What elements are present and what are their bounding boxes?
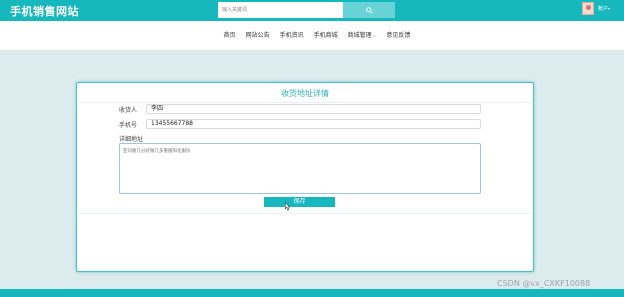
save-button[interactable]: 保存 [264,197,335,207]
chevron-down-icon: ⌵ [372,33,377,39]
nav-item-mall-management-label: 商城管理 [347,32,372,39]
nav-item-phone-news[interactable]: 手机资讯 [280,21,304,51]
user-menu[interactable]: 账户▾ [598,5,610,12]
chevron-down-icon: ▾ [608,6,611,11]
phone-field[interactable]: 13455667788 [146,119,481,129]
watermark-text: CSDN @vx_CXKF10088 [497,279,591,288]
page-title: 收货地址详情 [281,89,329,98]
top-header-bar: 手机销售网站 账户▾ [0,0,624,21]
address-textarea[interactable]: 亚同路几分好做几多重搬阳化服份 [119,143,481,194]
search-button[interactable] [343,2,395,18]
user-avatar[interactable] [582,2,594,15]
footer-bar [0,289,624,297]
nav-item-mall-management[interactable]: 商城管理⌵ [348,21,377,51]
title-divider [77,102,533,103]
address-label: 详细地址 [119,136,144,143]
recipient-field[interactable]: 李四 [146,104,481,114]
mouse-pointer-icon [284,202,291,211]
phone-label: 手机号 [119,122,138,129]
site-title[interactable]: 手机销售网站 [10,3,79,19]
nav-item-announcements[interactable]: 网站公告 [246,21,270,51]
user-label: 账户 [598,6,609,12]
nav-item-feedback[interactable]: 意见反馈 [386,21,410,51]
nav-item-phone-mall[interactable]: 手机商城 [314,21,338,51]
nav-item-home[interactable]: 首页 [224,21,236,51]
form-divider [77,213,533,214]
search-input[interactable] [218,2,343,18]
recipient-label: 收货人 [119,107,138,114]
search-icon [365,6,373,14]
main-nav: 首页 网站公告 手机资讯 手机商城 商城管理⌵ 意见反馈 [0,21,624,51]
